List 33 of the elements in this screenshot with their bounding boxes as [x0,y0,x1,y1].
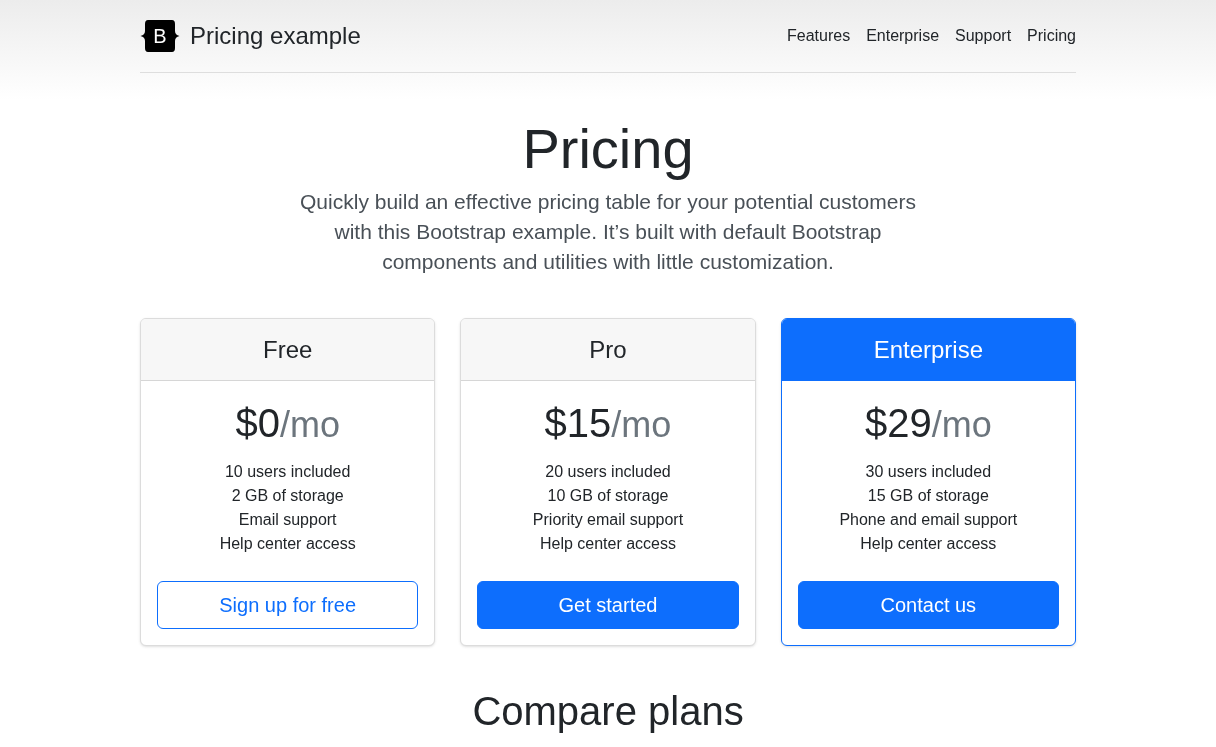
section-heading: Compare plans [472,688,744,735]
nav-link[interactable]: Features [787,24,851,48]
plan-price: $0 [235,400,280,447]
feature-item: Email support [238,510,337,530]
price-period: /mo [611,403,672,447]
feature-item: Help center access [539,534,676,554]
feature-item: Phone and email support [839,510,1018,530]
feature-item: 10 users included [224,462,351,482]
feature-item: 30 users included [865,462,992,482]
feature-item: 15 GB of storage [867,486,989,506]
plan-button[interactable]: Get started [477,581,739,629]
nav-link[interactable]: Enterprise [866,24,940,48]
feature-item: 2 GB of storage [231,486,344,506]
feature-item: 10 GB of storage [547,486,669,506]
brand-title[interactable]: Pricing example [190,21,361,51]
feature-item: Help center access [219,534,356,554]
feature-item: Priority email support [532,510,684,530]
plan-price: $29 [864,400,932,447]
plan-button[interactable]: Sign up for free [157,581,419,629]
price-period: /mo [931,403,992,447]
feature-item: Help center access [860,534,997,554]
nav-link[interactable]: Support [955,24,1012,48]
brand-logo[interactable]: B [140,20,180,52]
feature-item: 20 users included [545,462,671,482]
page-heading: Pricing [522,116,694,182]
price-period: /mo [279,403,340,447]
lead-paragraph: Quickly build an effective pricing table for your potential customers with this Bootstrap example. It’s built with default Bootstrap components and utilities with little customization. [299,189,917,275]
plan-name: Pro [589,335,627,364]
plan-name: Free [263,335,313,364]
plan-button[interactable]: Contact us [797,581,1059,629]
plan-price: $15 [544,400,612,447]
plan-name: Enterprise [873,335,983,364]
nav-link[interactable]: Pricing [1027,24,1076,48]
